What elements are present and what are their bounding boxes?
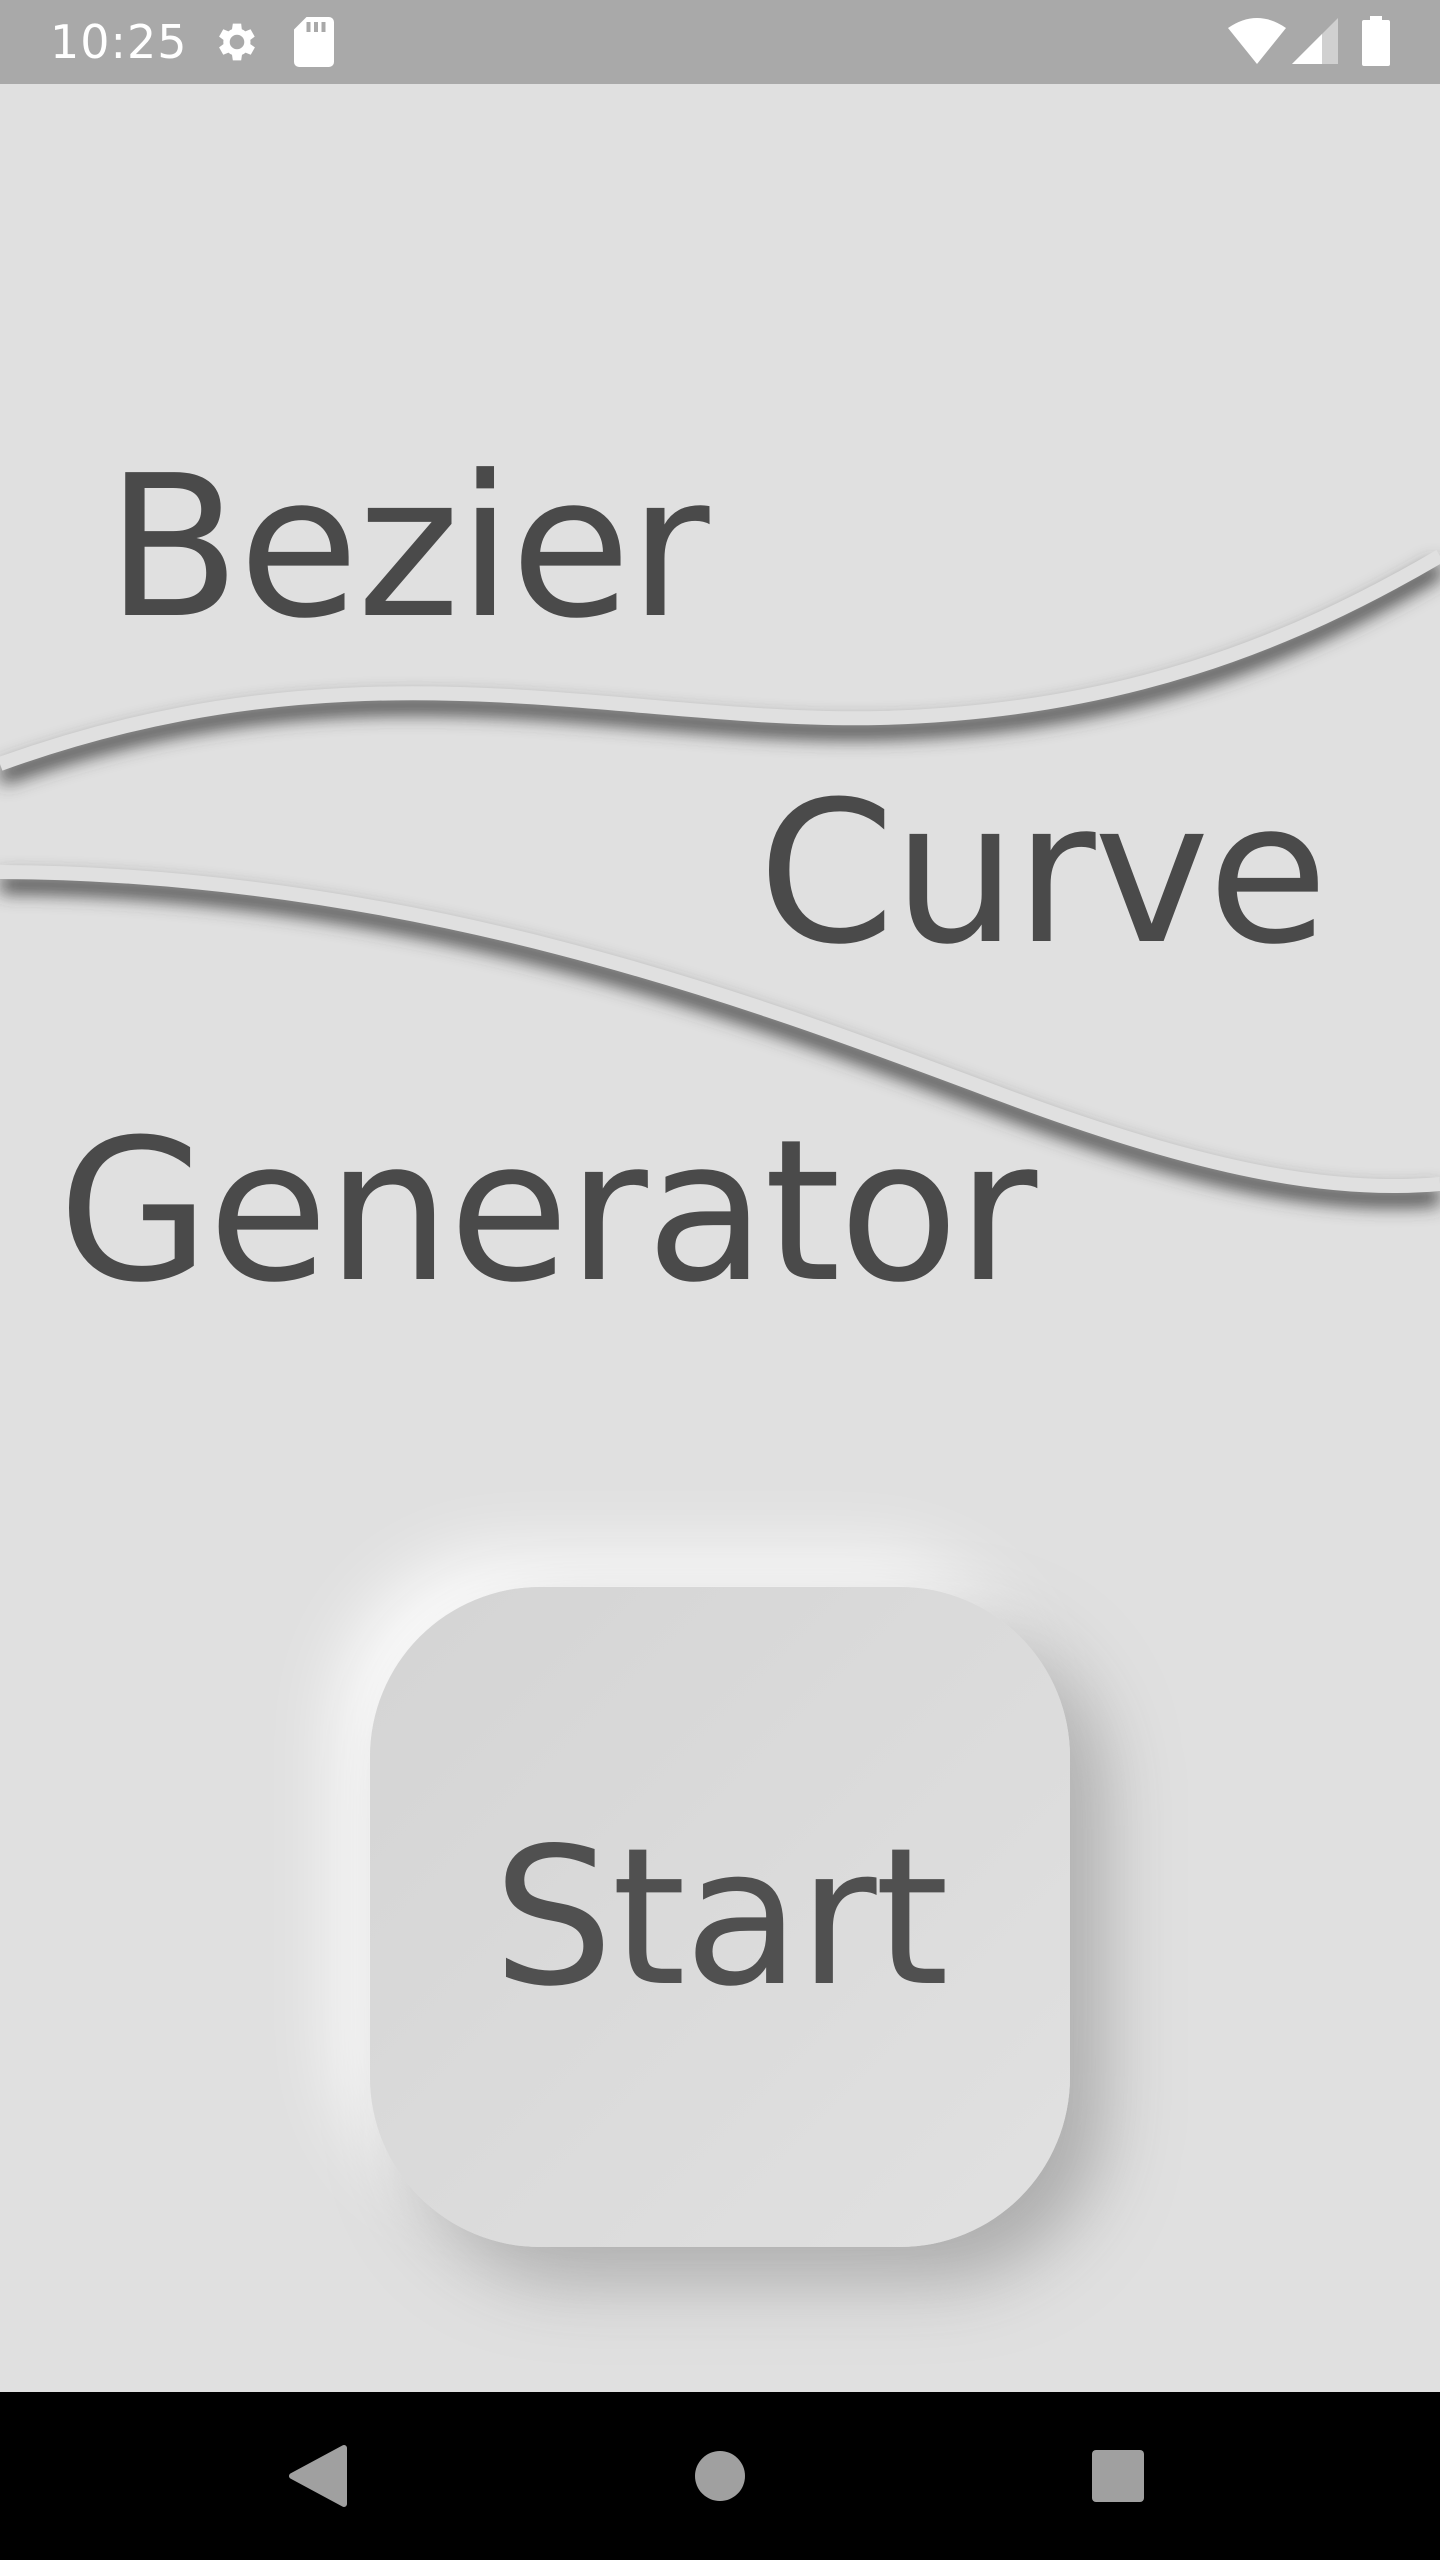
wifi-icon <box>1228 18 1286 68</box>
start-button-label: Start <box>492 1806 949 2028</box>
signal-icon <box>1292 18 1338 68</box>
start-button[interactable]: Start <box>370 1587 1070 2247</box>
sd-card-icon <box>294 17 334 71</box>
home-icon <box>695 2451 745 2501</box>
status-bar: 10:25 <box>0 0 1440 84</box>
main-screen: Bezier Curve Generator Start <box>0 84 1440 2392</box>
recents-button[interactable] <box>1018 2392 1218 2560</box>
battery-icon <box>1362 16 1390 70</box>
title-line-curve: Curve <box>758 760 1328 988</box>
back-icon <box>289 2445 347 2507</box>
home-button[interactable] <box>620 2392 820 2560</box>
navigation-bar <box>0 2392 1440 2560</box>
title-line-generator: Generator <box>58 1098 1037 1326</box>
recents-icon <box>1092 2450 1144 2502</box>
gear-icon <box>212 17 262 71</box>
status-time: 10:25 <box>50 15 188 69</box>
title-line-bezier: Bezier <box>106 434 710 662</box>
back-button[interactable] <box>218 2392 418 2560</box>
